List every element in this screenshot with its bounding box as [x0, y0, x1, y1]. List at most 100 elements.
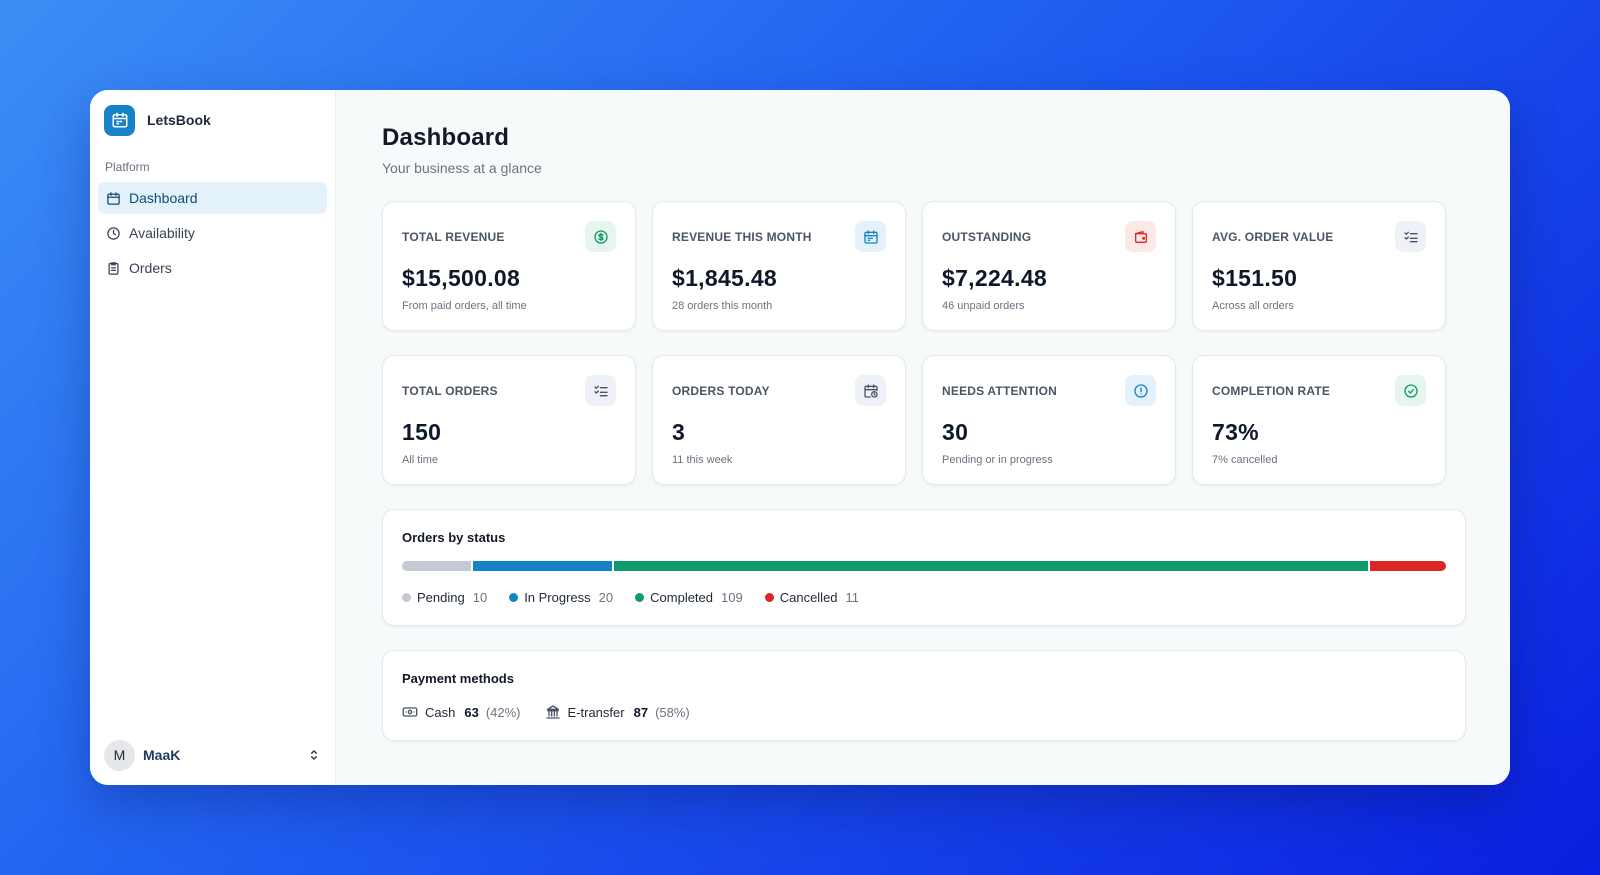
status-bar-segment-cancelled [1369, 561, 1446, 571]
stat-label: OUTSTANDING [942, 230, 1032, 244]
sidebar-item-label: Orders [129, 260, 172, 276]
stat-label: NEEDS ATTENTION [942, 384, 1058, 398]
stat-value: $15,500.08 [402, 265, 521, 291]
stat-subtext: All time [402, 454, 439, 466]
status-bar-segment-pending [402, 561, 472, 571]
stat-label: TOTAL REVENUE [402, 230, 505, 244]
stat-subtext: 7% cancelled [1212, 454, 1278, 466]
legend-dot [635, 593, 645, 602]
payment-count: 87 [633, 704, 649, 720]
sidebar-item-label: Dashboard [129, 190, 198, 206]
legend-item-completed: Completed 109 [635, 590, 743, 605]
stat-card-total-revenue: TOTAL REVENUE $15,500.08 From paid order… [382, 201, 636, 331]
stat-subtext: 46 unpaid orders [942, 300, 1025, 312]
sidebar-item-availability[interactable]: Availability [98, 217, 327, 249]
stat-value: $151.50 [1212, 265, 1298, 291]
sidebar-item-label: Availability [129, 225, 195, 241]
status-bar-segment-completed [613, 561, 1368, 571]
app-window: LetsBook Platform Dashboard Availability… [90, 90, 1510, 785]
stat-label: REVENUE THIS MONTH [672, 230, 812, 244]
legend-item-in-progress: In Progress 20 [509, 590, 613, 605]
nav-section-label: Platform [105, 160, 150, 174]
stat-value: $7,224.48 [942, 265, 1048, 291]
bank-icon [545, 705, 560, 719]
stat-card-completion-rate: COMPLETION RATE 73% 7% cancelled [1192, 355, 1446, 485]
status-bar [402, 561, 1446, 571]
check-circle-icon [1395, 375, 1426, 406]
calendar-icon [107, 191, 120, 205]
stat-card-outstanding: OUTSTANDING $7,224.48 46 unpaid orders [922, 201, 1176, 331]
payment-label: E-transfer [567, 704, 625, 720]
stat-card-revenue-this-month: REVENUE THIS MONTH $1,845.48 28 orders t… [652, 201, 906, 331]
stat-label: COMPLETION RATE [1212, 384, 1331, 398]
legend-dot [402, 593, 411, 602]
legend-count: 109 [721, 590, 743, 605]
brand-name: LetsBook [147, 112, 211, 128]
stat-subtext: From paid orders, all time [402, 300, 527, 312]
legend-dot [764, 593, 774, 602]
user-menu[interactable]: M MaaK [98, 739, 327, 771]
stat-card-orders-today: ORDERS TODAY 3 11 this week [652, 355, 906, 485]
legend-count: 11 [845, 590, 860, 605]
legend-label: In Progress [524, 590, 591, 605]
stat-subtext: Pending or in progress [942, 454, 1053, 466]
stat-card-avg-order-value: AVG. ORDER VALUE $151.50 Across all orde… [1192, 201, 1446, 331]
legend-label: Completed [650, 590, 714, 605]
main-content: Dashboard Your business at a glance TOTA… [336, 90, 1510, 785]
legend-count: 20 [598, 590, 614, 605]
dollar-circle-icon [585, 221, 616, 252]
stat-card-total-orders: TOTAL ORDERS 150 All time [382, 355, 636, 485]
avatar: M [104, 739, 135, 771]
payment-label: Cash [425, 704, 456, 720]
calendar-icon [855, 221, 886, 252]
payment-method-cash: Cash 63 (42%) [402, 704, 521, 720]
status-legend: Pending 10 In Progress 20 Completed 109 … [402, 590, 1446, 605]
payment-percent: (42%) [485, 704, 521, 720]
payment-methods-panel: Payment methods Cash 63 (42%) E-transfer… [382, 650, 1466, 741]
brand[interactable]: LetsBook [98, 104, 327, 136]
clock-icon [107, 226, 120, 240]
legend-item-cancelled: Cancelled 11 [764, 590, 860, 605]
stat-value: $1,845.48 [672, 265, 778, 291]
stat-label: TOTAL ORDERS [402, 384, 498, 398]
clipboard-icon [108, 261, 119, 275]
payment-percent: (58%) [655, 704, 690, 720]
legend-dot [509, 593, 519, 602]
legend-label: Cancelled [779, 590, 838, 605]
legend-count: 10 [472, 590, 488, 605]
sidebar-item-orders[interactable]: Orders [98, 252, 327, 284]
sidebar-item-dashboard[interactable]: Dashboard [98, 182, 327, 214]
brand-logo-icon [104, 104, 135, 136]
legend-label: Pending [417, 590, 465, 605]
status-bar-segment-in-progress [473, 561, 612, 571]
stat-label: AVG. ORDER VALUE [1212, 230, 1334, 244]
stat-value: 73% [1212, 419, 1259, 445]
stat-subtext: Across all orders [1212, 300, 1294, 312]
list-check-icon [1395, 221, 1426, 252]
stat-label: ORDERS TODAY [672, 384, 770, 398]
user-name: MaaK [143, 747, 181, 763]
page-subtitle: Your business at a glance [382, 160, 542, 176]
stat-subtext: 11 this week [672, 454, 733, 466]
alert-circle-icon [1125, 375, 1156, 406]
stats-grid: TOTAL REVENUE $15,500.08 From paid order… [382, 201, 1466, 485]
sidebar: LetsBook Platform Dashboard Availability… [90, 90, 336, 785]
stat-value: 30 [942, 419, 969, 445]
stat-value: 3 [672, 419, 686, 445]
list-check-icon [585, 375, 616, 406]
orders-by-status-panel: Orders by status Pending 10 In Progress … [382, 509, 1466, 626]
stat-card-needs-attention: NEEDS ATTENTION 30 Pending or in progres… [922, 355, 1176, 485]
payment-methods-row: Cash 63 (42%) E-transfer 87 (58%) [402, 704, 1446, 720]
calendar-clock-icon [855, 375, 886, 406]
payment-method-etransfer: E-transfer 87 (58%) [545, 704, 690, 720]
legend-item-pending: Pending 10 [402, 590, 487, 605]
cash-icon [402, 707, 418, 717]
stat-subtext: 28 orders this month [672, 300, 773, 312]
page-title: Dashboard [382, 124, 510, 151]
payment-count: 63 [464, 704, 479, 720]
chevron-up-down-icon [311, 750, 317, 760]
wallet-icon [1125, 221, 1156, 252]
panel-title: Orders by status [402, 530, 506, 545]
panel-title: Payment methods [402, 671, 514, 686]
stat-value: 150 [402, 419, 442, 445]
